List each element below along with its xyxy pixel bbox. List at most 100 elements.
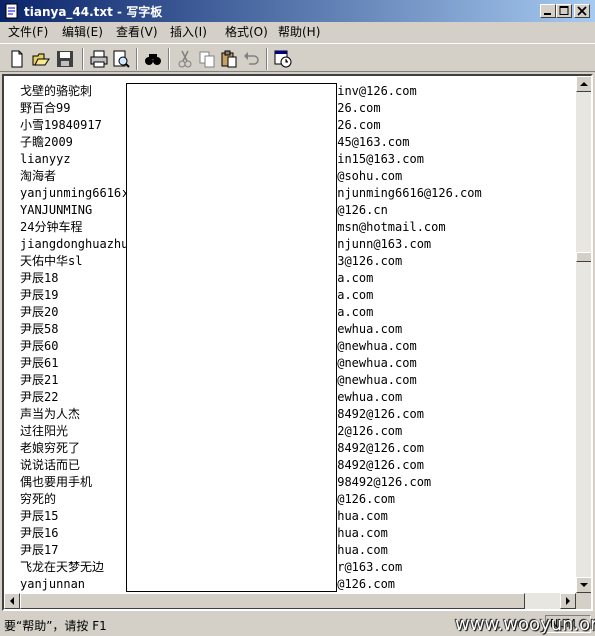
vertical-scroll-thumb[interactable]: [576, 252, 591, 262]
email-line: 23@126.com: [330, 254, 403, 268]
email-line: 98492@126.com: [330, 458, 424, 472]
minimize-button[interactable]: [540, 4, 556, 18]
title-bar[interactable]: tianya_44.txt - 写字板: [0, 0, 595, 22]
toolbar-separator: [136, 48, 138, 70]
email-line: ua.com: [330, 288, 374, 302]
print-icon: [90, 50, 108, 68]
email-line: whua.com: [330, 526, 388, 540]
find-button[interactable]: [142, 48, 164, 70]
email-line: 198492@126.com: [330, 475, 432, 489]
undo-icon: [244, 52, 259, 65]
email-line: 6@newhua.com: [330, 339, 417, 353]
print-preview-button[interactable]: [110, 48, 132, 70]
email-line: 126.com: [330, 101, 381, 115]
left-column: 戈壁的骆驼刺 野百合99 小雪19840917 子瞻2009 lianyyz 淘海者 yan…: [20, 83, 128, 593]
toolbar-separator: [168, 48, 170, 70]
email-line: whua.com: [330, 543, 388, 557]
scroll-corner: [576, 593, 591, 609]
email-line: c@sohu.com: [330, 169, 403, 183]
username-line: 小雪19840917: [20, 118, 102, 132]
username-line: 飞龙在天梦无边: [20, 560, 105, 574]
status-text: 要“帮助”，请按 F1: [4, 619, 107, 633]
toolbar-separator: [82, 48, 84, 70]
email-line: 6@newhua.com: [330, 373, 417, 387]
paste-icon: [221, 50, 237, 68]
username-line: 偶也要用手机: [20, 475, 93, 489]
email-line: ua.com: [330, 271, 374, 285]
username-line: 尹辰20: [20, 305, 59, 319]
cut-button[interactable]: [174, 48, 196, 70]
username-line: 尹辰61: [20, 356, 59, 370]
scroll-right-button[interactable]: [560, 593, 576, 609]
username-line: YANJUNMING: [20, 203, 93, 217]
email-line: einv@126.com: [330, 84, 417, 98]
copy-button[interactable]: [196, 48, 218, 70]
email-line: 126.com: [330, 118, 381, 132]
username-line: 野百合99: [20, 101, 71, 115]
username-line: 老娘穷死了: [20, 441, 81, 455]
menu-view[interactable]: 查看(V): [116, 24, 158, 40]
arrow-right-icon: [566, 597, 570, 605]
redaction-box: [126, 83, 337, 592]
username-line: 说说话而已: [20, 458, 81, 472]
horizontal-scroll-thumb[interactable]: [20, 593, 525, 609]
username-line: 子瞻2009: [20, 135, 73, 149]
new-button[interactable]: [6, 48, 28, 70]
print-button[interactable]: [88, 48, 110, 70]
email-line: newhua.com: [330, 322, 403, 336]
right-column: einv@126.com 126.com 126.com 345@163.com min…: [330, 83, 482, 593]
username-line: lianyyz: [20, 152, 71, 166]
copy-icon: [199, 51, 215, 68]
menu-bar: 文件(F) 编辑(E) 查看(V) 插入(I) 格式(O) 帮助(H): [0, 22, 595, 42]
arrow-left-icon: [10, 597, 14, 605]
cut-icon: [178, 50, 192, 68]
email-line: er@163.com: [330, 560, 403, 574]
menu-file[interactable]: 文件(F): [8, 24, 48, 40]
username-line: 尹辰16: [20, 526, 59, 540]
username-line: 淘海者: [20, 169, 57, 183]
date-time-button[interactable]: [272, 48, 294, 70]
paste-button[interactable]: [218, 48, 240, 70]
username-line: 戈壁的骆驼刺: [20, 84, 93, 98]
maximize-button[interactable]: [556, 4, 572, 18]
menu-edit[interactable]: 编辑(E): [62, 24, 103, 40]
username-line: yanjunming6616: [20, 186, 122, 200]
scroll-left-button[interactable]: [4, 593, 20, 609]
toolbar: [0, 43, 595, 72]
menu-format[interactable]: 格式(O): [225, 24, 268, 40]
username-line: 尹辰22: [20, 390, 59, 404]
window-title: tianya_44.txt - 写字板: [24, 5, 163, 19]
username-line: 声当为人杰: [20, 407, 81, 421]
maximize-icon: [559, 6, 569, 15]
menu-help[interactable]: 帮助(H): [278, 24, 320, 40]
username-line: yanjunnan: [20, 577, 86, 591]
save-icon: [57, 51, 73, 67]
username-line: 尹辰18: [20, 271, 59, 285]
menu-insert[interactable]: 插入(I): [170, 24, 207, 40]
document-area[interactable]: 戈壁的骆驼刺 野百合99 小雪19840917 子瞻2009 lianyyz 淘海者 yan…: [2, 74, 593, 611]
vertical-scrollbar[interactable]: [576, 76, 591, 593]
email-line: anjunming6616@126.com: [330, 186, 482, 200]
open-button[interactable]: [30, 48, 52, 70]
new-icon: [11, 50, 23, 68]
email-line: 98492@126.com: [330, 407, 424, 421]
username-line: 24分钟车程: [20, 220, 83, 234]
watermark: www.wooyun.org: [455, 614, 595, 635]
username-line: 穷死的: [20, 492, 57, 506]
minimize-icon: [544, 13, 551, 15]
find-icon: [145, 54, 161, 65]
scroll-down-button[interactable]: [576, 577, 591, 593]
username-line: 尹辰17: [20, 543, 59, 557]
save-button[interactable]: [54, 48, 76, 70]
horizontal-scrollbar[interactable]: [4, 593, 576, 609]
email-line: 92@126.com: [330, 424, 403, 438]
open-icon: [32, 53, 50, 66]
undo-button[interactable]: [240, 48, 262, 70]
wordpad-app-icon[interactable]: [4, 3, 20, 19]
email-line: 345@163.com: [330, 135, 410, 149]
username-line: 尹辰19: [20, 288, 59, 302]
close-button[interactable]: [574, 4, 590, 18]
email-line: 0@126.com: [330, 577, 396, 591]
scroll-up-button[interactable]: [576, 76, 591, 92]
username-line: jiangdonghuazhu: [20, 237, 129, 251]
